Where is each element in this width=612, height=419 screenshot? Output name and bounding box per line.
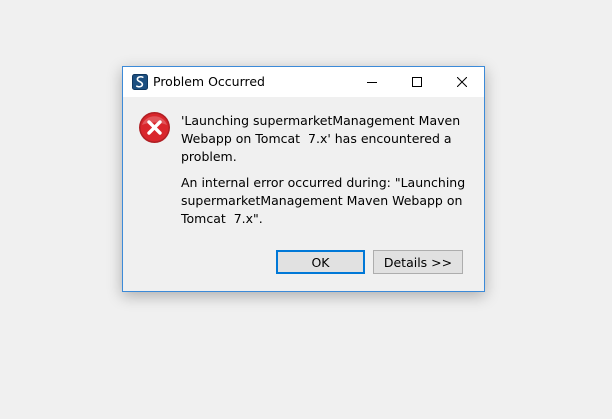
maximize-icon bbox=[412, 77, 422, 87]
close-button[interactable] bbox=[439, 67, 485, 97]
dialog-title: Problem Occurred bbox=[153, 74, 265, 89]
ok-button[interactable]: OK bbox=[276, 250, 365, 274]
minimize-button[interactable] bbox=[349, 67, 395, 97]
close-icon bbox=[457, 77, 467, 87]
error-message-primary: 'Launching supermarketManagement Maven W… bbox=[181, 113, 465, 164]
error-icon bbox=[138, 111, 171, 144]
problem-dialog: Problem Occurred 'Launching supermarketM… bbox=[122, 66, 485, 292]
error-message-detail: An internal error occurred during: "Laun… bbox=[181, 175, 470, 226]
minimize-icon bbox=[367, 82, 377, 83]
maximize-button[interactable] bbox=[394, 67, 440, 97]
app-logo-icon bbox=[132, 74, 148, 90]
details-button[interactable]: Details >> bbox=[373, 250, 463, 274]
dialog-titlebar[interactable]: Problem Occurred bbox=[123, 67, 484, 97]
dialog-content: 'Launching supermarketManagement Maven W… bbox=[123, 97, 484, 291]
